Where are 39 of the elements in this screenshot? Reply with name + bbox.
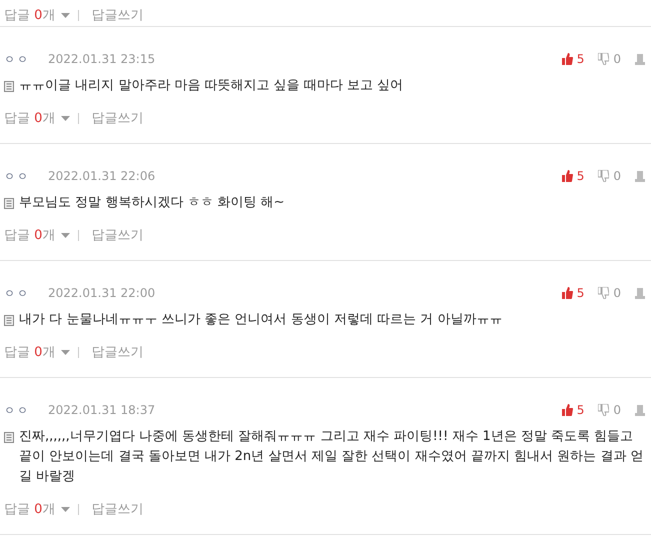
write-reply-link[interactable]: 답글쓰기 [91,500,144,518]
reply-count-button[interactable]: 답글 0개 [4,226,56,244]
write-reply-link[interactable]: 답글쓰기 [91,6,144,24]
write-reply-link[interactable]: 답글쓰기 [91,343,144,361]
caret-icon[interactable] [61,116,70,120]
dislike-button[interactable]: 0 [598,403,621,417]
comment-date: 2022.01.31 18:37 [48,403,156,417]
like-button[interactable]: 5 [562,169,584,183]
reply-count-button[interactable]: 답글 0개 [4,343,56,361]
dislike-button[interactable]: 0 [598,169,621,183]
caret-icon[interactable] [61,350,70,354]
dislike-button[interactable]: 0 [598,286,621,300]
like-button[interactable]: 5 [562,52,584,66]
caret-icon[interactable] [61,506,70,512]
dislike-button[interactable]: 0 [598,52,621,66]
memo-icon [4,198,14,209]
comment-date: 2022.01.31 23:15 [48,52,156,66]
author-name: ㅇㅇ [4,52,30,66]
author-name: ㅇㅇ [4,402,30,418]
memo-icon [4,432,14,443]
memo-icon [4,81,14,92]
caret-icon[interactable] [61,232,70,238]
like-button[interactable]: 5 [562,403,584,417]
write-reply-link[interactable]: 답글쓰기 [91,226,144,244]
reply-count-button[interactable]: 답글 0개 [4,109,56,127]
comment-text: ㅠㅠ이글 내리지 말아주라 마음 따뜻해지고 싶을 때마다 보고 싶어 [19,77,404,95]
comment-date: 2022.01.31 22:00 [48,286,156,300]
reply-count-button[interactable]: 답글 0개 [4,500,56,518]
memo-icon [4,315,14,326]
caret-icon[interactable] [61,12,70,18]
write-reply-link[interactable]: 답글쓰기 [91,109,144,127]
comment-text: 내가 다 눈물나네ㅠㅠㅜ 쓰니가 좋은 언니여서 동생이 저렇데 따르는 거 아닐까ㅠㅠ [19,311,502,329]
like-button[interactable]: 5 [562,286,584,300]
author-name: ㅇㅇ [4,168,30,184]
comment-date: 2022.01.31 22:06 [48,169,156,183]
comment-text: 부모님도 정말 행복하시겠다 ㅎㅎ 화이팅 해~ [19,194,285,212]
comment-text: 진짜,,,,,,너무기엽다 나중에 동생한테 잘해줘ㅠㅠㅠ 그리고 재수 파이팅!!! 재수 1년은 정말 죽도록 힘들고 끝이 안보이는데 결국 돌아보면 내가 2n년 살면서 제일 잘한 선택이 재수였어 끝까지 힘내서 원하는 결과 얻길 바랄겡 [19,428,644,486]
author-name: ㅇㅇ [4,286,30,300]
reply-count-button[interactable]: 답글 0개 [4,6,56,24]
